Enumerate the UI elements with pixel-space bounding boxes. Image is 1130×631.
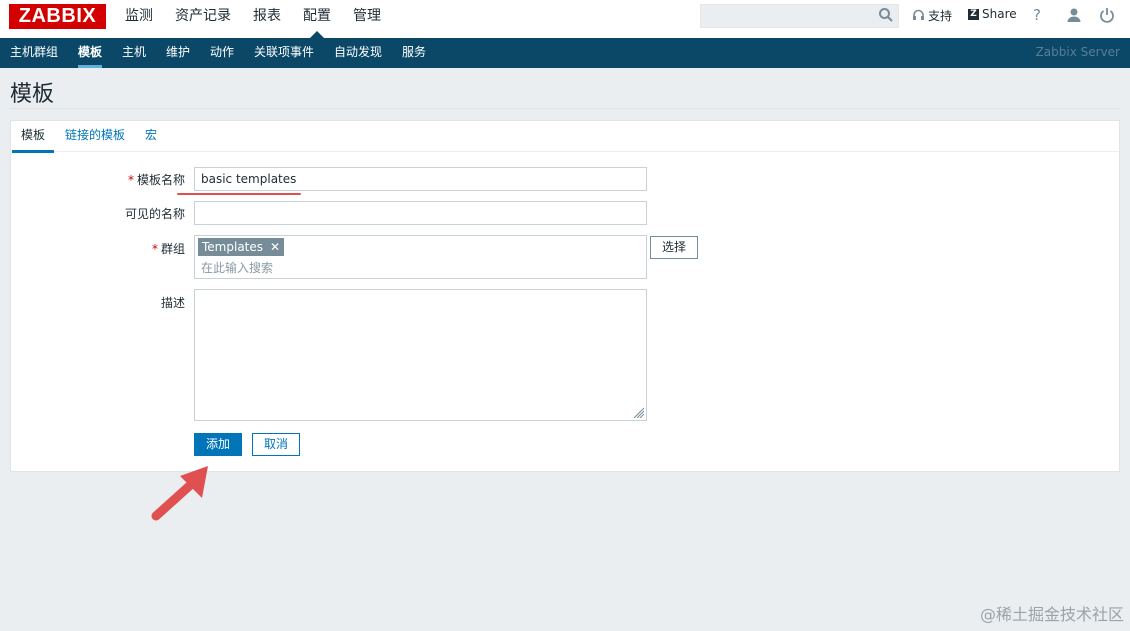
page-title: 模板 bbox=[10, 82, 55, 107]
select-groups-button[interactable]: 选择 bbox=[650, 236, 698, 259]
power-icon[interactable] bbox=[1099, 7, 1115, 23]
menu-reports[interactable]: 报表 bbox=[242, 0, 292, 38]
groups-multiselect[interactable]: Templates ✕ 在此输入搜索 bbox=[194, 235, 647, 279]
group-chip: Templates ✕ bbox=[198, 238, 285, 256]
subnav-maintenance[interactable]: 维护 bbox=[166, 38, 190, 68]
sub-navigation: 主机群组 模板 主机 维护 动作 关联项事件 自动发现 服务 Zabbix Se… bbox=[0, 38, 1130, 68]
add-button[interactable]: 添加 bbox=[194, 433, 242, 456]
subnav-host-groups[interactable]: 主机群组 bbox=[10, 38, 58, 68]
share-label: Share bbox=[982, 7, 1017, 21]
main-menu: 监测 资产记录 报表 配置 管理 bbox=[114, 0, 392, 38]
search-input[interactable] bbox=[700, 4, 899, 28]
server-name: Zabbix Server bbox=[1035, 45, 1120, 59]
search-icon[interactable] bbox=[878, 7, 894, 23]
menu-inventory[interactable]: 资产记录 bbox=[164, 0, 242, 38]
user-icon[interactable] bbox=[1066, 7, 1082, 23]
menu-monitoring[interactable]: 监测 bbox=[114, 0, 164, 38]
group-chip-label: Templates bbox=[202, 240, 264, 254]
resize-grip-icon[interactable] bbox=[632, 406, 644, 418]
support-label: 支持 bbox=[928, 9, 953, 23]
help-icon[interactable]: ? bbox=[1033, 6, 1041, 24]
title-divider bbox=[10, 108, 1120, 109]
tab-template[interactable]: 模板 bbox=[11, 121, 55, 153]
required-marker: * bbox=[127, 173, 134, 187]
form-tabs: 模板 链接的模板 宏 bbox=[11, 121, 1119, 153]
menu-administration[interactable]: 管理 bbox=[342, 0, 392, 38]
share-link[interactable]: Z Share bbox=[968, 7, 1017, 21]
visible-name-label: 可见的名称 bbox=[124, 207, 185, 221]
subnav-actions[interactable]: 动作 bbox=[210, 38, 234, 68]
tab-linked-templates[interactable]: 链接的模板 bbox=[65, 121, 125, 152]
template-name-input[interactable] bbox=[194, 167, 647, 191]
tab-macros[interactable]: 宏 bbox=[145, 121, 157, 152]
close-icon[interactable]: ✕ bbox=[270, 238, 280, 256]
visible-name-input[interactable] bbox=[194, 201, 647, 225]
required-marker: * bbox=[151, 242, 158, 256]
subnav-hosts[interactable]: 主机 bbox=[122, 38, 146, 68]
watermark: @稀土掘金技术社区 bbox=[979, 605, 1124, 624]
subnav-templates[interactable]: 模板 bbox=[78, 38, 103, 68]
groups-search-placeholder[interactable]: 在此输入搜索 bbox=[201, 259, 273, 276]
subnav-services[interactable]: 服务 bbox=[402, 38, 426, 68]
zabbix-logo[interactable]: ZABBIX bbox=[9, 4, 106, 29]
headset-icon bbox=[913, 9, 924, 20]
cancel-button[interactable]: 取消 bbox=[252, 433, 300, 456]
annotation-underline bbox=[177, 193, 301, 195]
subnav-discovery[interactable]: 自动发现 bbox=[334, 38, 382, 68]
annotation-arrow-icon bbox=[151, 466, 208, 521]
template-name-label: * 模板名称 bbox=[127, 173, 185, 187]
menu-configuration[interactable]: 配置 bbox=[292, 0, 342, 38]
groups-label: * 群组 bbox=[151, 242, 185, 256]
description-textarea[interactable] bbox=[194, 289, 647, 421]
support-link[interactable]: 支持 bbox=[912, 7, 952, 24]
z-share-icon: Z bbox=[968, 8, 979, 20]
top-header: ZABBIX 监测 资产记录 报表 配置 管理 支持 Z Share ? bbox=[0, 0, 1130, 38]
description-label: 描述 bbox=[160, 296, 185, 310]
subnav-correlation[interactable]: 关联项事件 bbox=[254, 38, 314, 68]
